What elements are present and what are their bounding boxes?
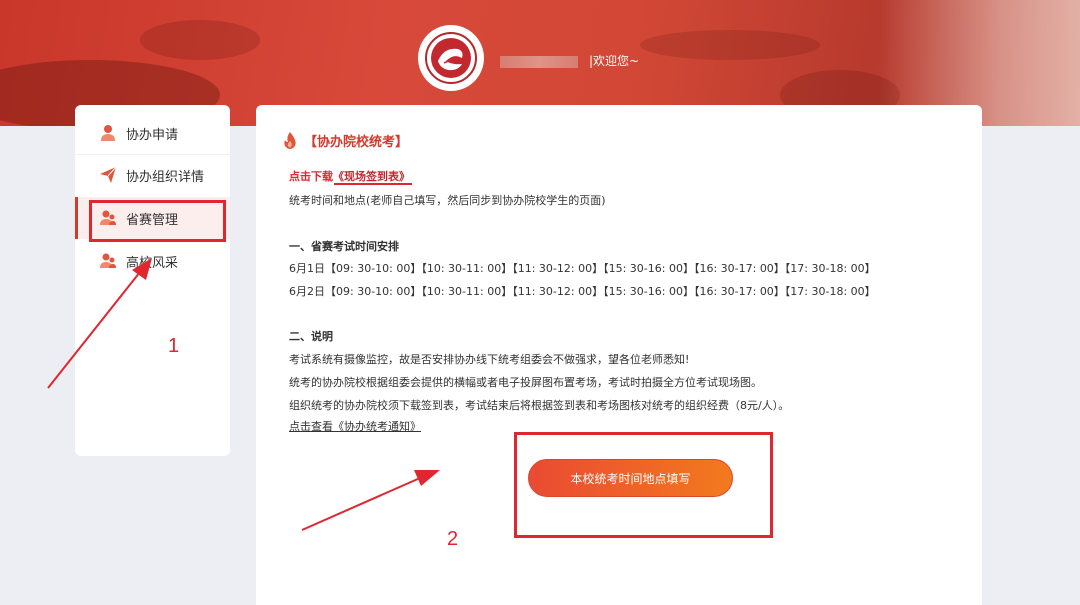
fill-exam-time-location-button[interactable]: 本校统考时间地点填写 bbox=[528, 459, 733, 497]
note-line: 组织统考的协办院校须下载签到表，考试结束后将根据签到表和考场图核对统考的组织经费… bbox=[289, 399, 790, 412]
download-line: 点击下载《现场签到表》 bbox=[289, 168, 410, 184]
user-group-icon bbox=[99, 252, 117, 270]
sidebar-item-assist-apply[interactable]: 协办申请 bbox=[75, 112, 230, 154]
schedule-heading: 一、省赛考试时间安排 bbox=[289, 240, 399, 253]
flame-icon bbox=[282, 131, 298, 150]
annotation-highlight-box bbox=[89, 200, 226, 242]
section-title-text: 【协办院校统考】 bbox=[304, 135, 409, 150]
download-prefix: 点击下载 bbox=[289, 170, 333, 183]
annotation-step-2: 2 bbox=[447, 528, 459, 550]
welcome-text: |欢迎您~ bbox=[589, 54, 640, 68]
note-line: 统考的协办院校根据组委会提供的横幅或者电子投屏图布置考场，考试时拍摄全方位考试现… bbox=[289, 376, 762, 389]
section-title: 【协办院校统考】 bbox=[282, 131, 408, 150]
sidebar: 协办申请 协办组织详情 省赛管理 高校风采 bbox=[75, 105, 230, 456]
username-redacted bbox=[500, 56, 578, 68]
annotation-step-1: 1 bbox=[168, 335, 180, 357]
download-signin-sheet-link[interactable]: 《现场签到表》 bbox=[333, 170, 410, 183]
schedule-row: 6月2日【09: 30-10: 00】【10: 30-11: 00】【11: 3… bbox=[289, 285, 876, 298]
sidebar-item-university-showcase[interactable]: 高校风采 bbox=[75, 240, 230, 282]
notes-heading: 二、说明 bbox=[289, 330, 333, 343]
note-line: 考试系统有摄像监控，故是否安排协办线下统考组委会不做强求，望各位老师悉知! bbox=[289, 353, 690, 366]
schedule-row: 6月1日【09: 30-10: 00】【10: 30-11: 00】【11: 3… bbox=[289, 262, 876, 275]
download-underline bbox=[334, 183, 412, 185]
sidebar-item-label: 协办组织详情 bbox=[126, 169, 205, 185]
sidebar-item-org-details[interactable]: 协办组织详情 bbox=[75, 154, 230, 196]
paper-plane-icon bbox=[99, 166, 117, 184]
view-notice-link[interactable]: 点击查看《协办统考通知》 bbox=[289, 418, 421, 434]
user-icon bbox=[99, 124, 117, 142]
intro-text: 统考时间和地点(老师自己填写，然后同步到协办院校学生的页面) bbox=[289, 194, 606, 207]
sidebar-item-label: 高校风采 bbox=[126, 255, 179, 271]
school-seal-logo[interactable] bbox=[418, 25, 484, 91]
sidebar-item-label: 协办申请 bbox=[126, 127, 179, 143]
